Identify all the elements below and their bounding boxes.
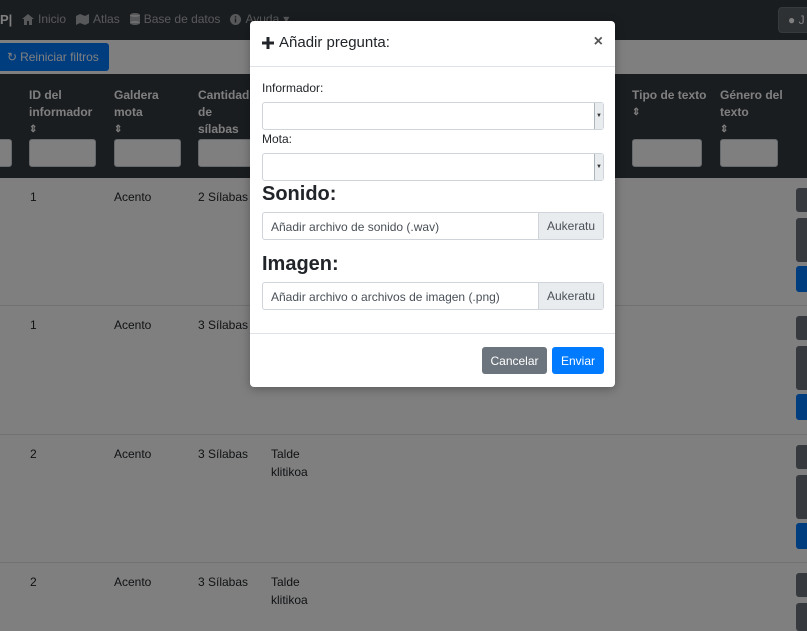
sound-file-input[interactable]: Añadir archivo de sonido (.wav) Aukeratu bbox=[262, 212, 604, 240]
chevron-down-icon: ▼ bbox=[594, 103, 603, 129]
close-icon[interactable]: × bbox=[594, 33, 603, 51]
sound-browse-button[interactable]: Aukeratu bbox=[538, 213, 603, 239]
plus-icon bbox=[262, 36, 274, 49]
cancel-button[interactable]: Cancelar bbox=[482, 347, 547, 374]
submit-button[interactable]: Enviar bbox=[552, 347, 604, 374]
chevron-down-icon: ▼ bbox=[594, 154, 603, 180]
sound-file-placeholder: Añadir archivo de sonido (.wav) bbox=[271, 220, 440, 234]
sound-section-title: Sonido: bbox=[262, 183, 337, 205]
informador-label: Informador: bbox=[262, 81, 324, 95]
informador-select[interactable]: ▼ bbox=[262, 102, 604, 130]
modal-footer: Cancelar Enviar bbox=[250, 333, 615, 387]
add-question-modal: Añadir pregunta: × Informador: ▼ Mota: ▼… bbox=[250, 21, 615, 387]
modal-title-text: Añadir pregunta: bbox=[279, 34, 390, 51]
image-section-title: Imagen: bbox=[262, 253, 339, 275]
image-file-placeholder: Añadir archivo o archivos de imagen (.pn… bbox=[271, 290, 500, 304]
modal-title: Añadir pregunta: bbox=[262, 34, 390, 51]
modal-header: Añadir pregunta: × bbox=[250, 21, 615, 67]
image-browse-button[interactable]: Aukeratu bbox=[538, 283, 603, 309]
image-file-input[interactable]: Añadir archivo o archivos de imagen (.pn… bbox=[262, 282, 604, 310]
mota-select[interactable]: ▼ bbox=[262, 153, 604, 181]
mota-label: Mota: bbox=[262, 132, 293, 146]
